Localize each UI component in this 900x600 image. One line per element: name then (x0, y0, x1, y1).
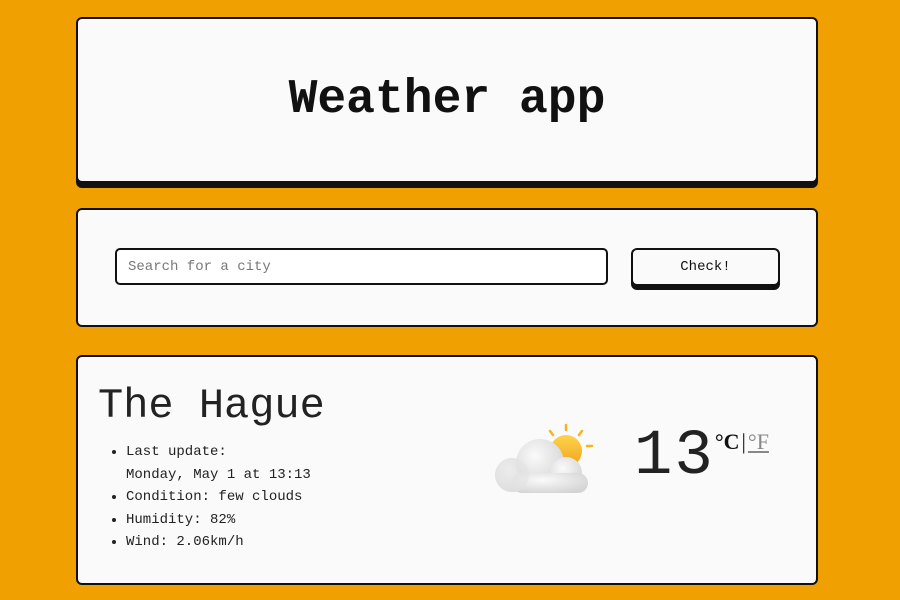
wind-text: Wind: 2.06km/h (126, 534, 244, 550)
weather-details-list: Last update: Monday, May 1 at 13:13 Cond… (126, 441, 311, 554)
list-item: Humidity: 82% (126, 509, 311, 532)
temperature-block: 13 °C | °F (634, 419, 769, 495)
list-item: Wind: 2.06km/h (126, 531, 311, 554)
unit-separator: | (741, 429, 746, 454)
unit-toggle: °C | °F (715, 429, 769, 455)
fahrenheit-link[interactable]: °F (748, 429, 769, 455)
search-input[interactable] (115, 248, 608, 285)
celsius-unit[interactable]: °C (715, 429, 740, 455)
check-button[interactable]: Check! (631, 248, 780, 286)
city-name: The Hague (98, 382, 325, 430)
list-item: Condition: few clouds (126, 486, 311, 509)
humidity-text: Humidity: 82% (126, 511, 236, 528)
last-update-label: Last update: (126, 444, 227, 460)
last-update-value: Monday, May 1 at 13:13 (126, 466, 311, 483)
temperature-value: 13 (634, 421, 715, 493)
app-title: Weather app (288, 73, 606, 127)
weather-card: The Hague Last update: Monday, May 1 at … (76, 355, 818, 585)
search-card: Check! (76, 208, 818, 327)
condition-text: Condition: few clouds (126, 489, 303, 505)
list-item: Last update: Monday, May 1 at 13:13 (126, 441, 311, 486)
header-card: Weather app (76, 17, 818, 183)
few-clouds-icon (488, 419, 598, 499)
